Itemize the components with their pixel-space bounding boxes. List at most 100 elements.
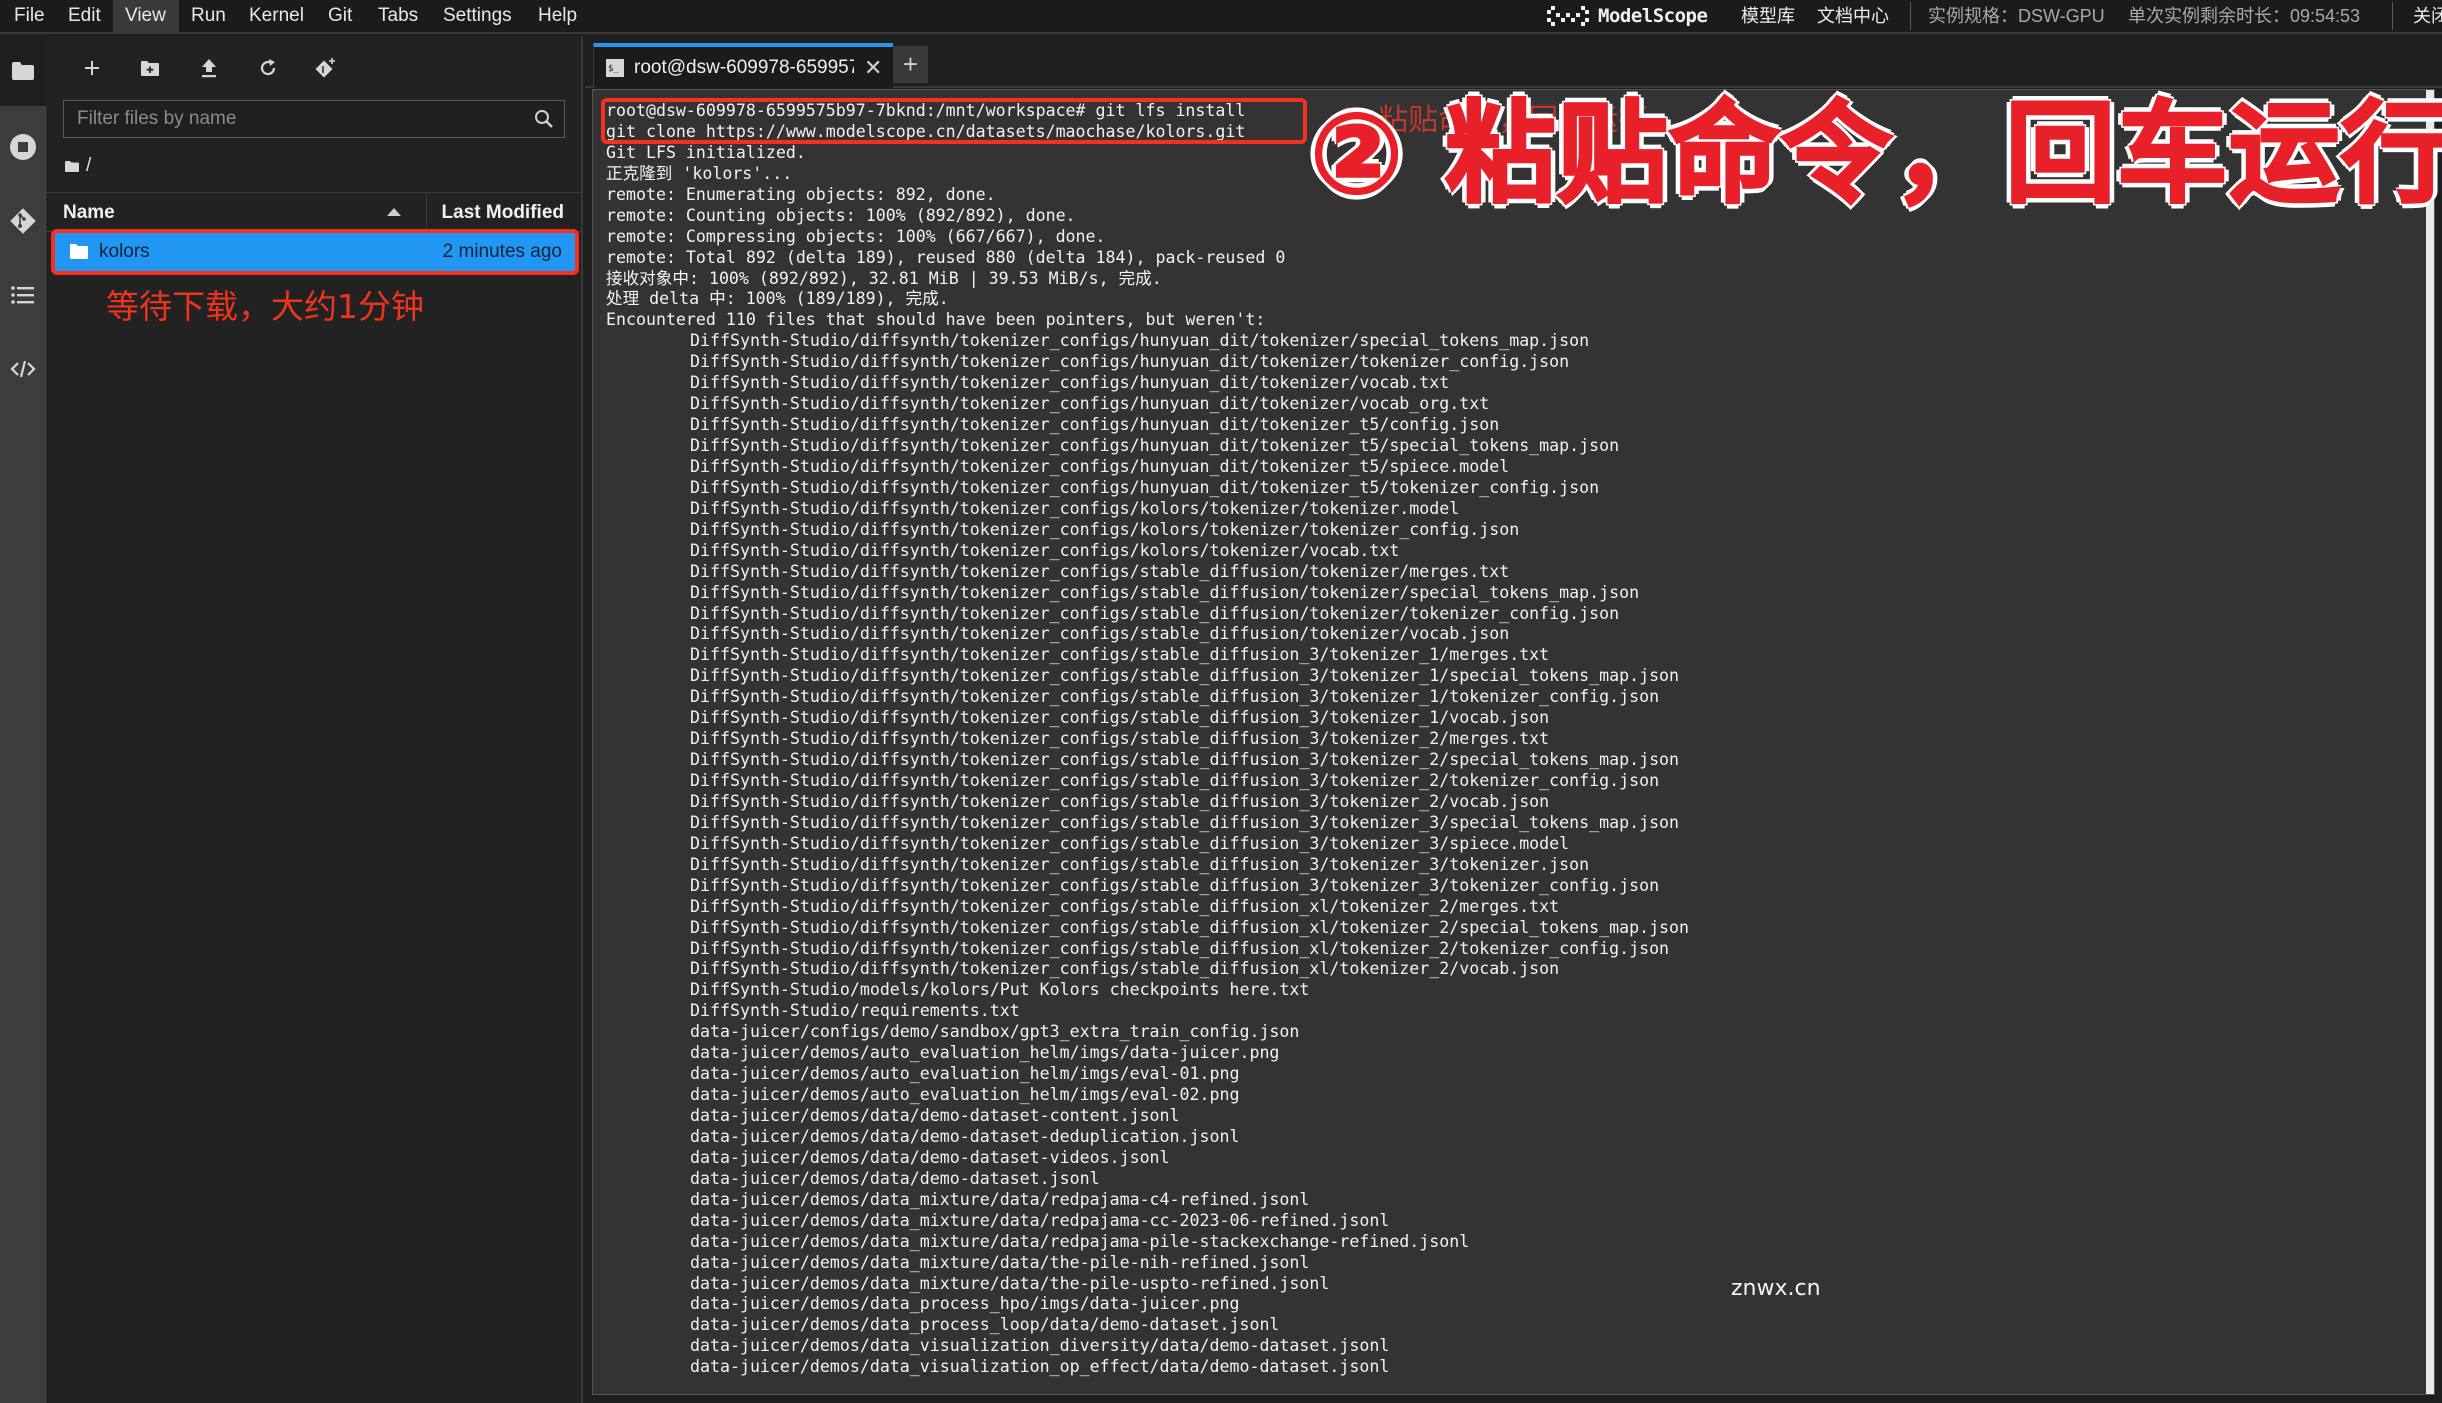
file-name: kolors — [99, 241, 150, 262]
activity-bar — [0, 36, 46, 1403]
terminal-icon: $_ — [606, 58, 624, 77]
folder-icon — [70, 244, 88, 259]
terminal-line: DiffSynth-Studio/diffsynth/tokenizer_con… — [690, 645, 1550, 665]
git-clone-icon — [315, 58, 335, 78]
git-clone-button[interactable] — [308, 50, 344, 86]
activity-file-browser[interactable] — [0, 36, 46, 106]
menu-view[interactable]: View — [113, 0, 179, 32]
tab-title: root@dsw-609978-6599575b97-7bknd:/mnt/wo… — [634, 56, 854, 78]
terminal-line: data-juicer/demos/data/demo-dataset-dedu… — [690, 1126, 1240, 1146]
refresh-button[interactable] — [250, 50, 286, 86]
terminal-line: remote: Total 892 (delta 189), reused 88… — [606, 247, 1286, 267]
terminal-line: data-juicer/demos/data_visualization_op_… — [690, 1357, 1390, 1377]
breadcrumb-root[interactable]: / — [86, 155, 91, 177]
terminal-line: DiffSynth-Studio/diffsynth/tokenizer_con… — [690, 352, 1570, 372]
column-divider[interactable] — [426, 193, 427, 233]
terminal-line: DiffSynth-Studio/diffsynth/tokenizer_con… — [690, 582, 1640, 602]
file-row-kolors[interactable]: kolors 2 minutes ago — [51, 229, 579, 275]
modelscope-logo-icon[interactable] — [1547, 5, 1589, 27]
terminal-scrollbar[interactable] — [2426, 90, 2434, 1394]
activity-running-sessions[interactable] — [0, 112, 46, 182]
terminal-line: DiffSynth-Studio/diffsynth/tokenizer_con… — [690, 498, 1460, 518]
close-instance-button[interactable]: 关闭 — [2413, 0, 2442, 32]
terminal-line: data-juicer/demos/data_mixture/data/redp… — [690, 1231, 1470, 1251]
divider — [1910, 2, 1911, 30]
file-list-header: Name Last Modified — [46, 192, 581, 233]
sort-ascending-icon[interactable] — [387, 208, 401, 216]
activity-extensions[interactable] — [0, 334, 46, 404]
terminal-line: DiffSynth-Studio/models/kolors/Put Kolor… — [690, 980, 1310, 1000]
terminal-line: DiffSynth-Studio/diffsynth/tokenizer_con… — [690, 415, 1500, 435]
watermark: znwx.cn — [1731, 1276, 1821, 1301]
file-modified: 2 minutes ago — [442, 241, 562, 262]
file-browser-panel: / Name Last Modified kolors 2 minutes ag… — [46, 36, 583, 1403]
terminal-line: data-juicer/demos/data_process_hpo/imgs/… — [690, 1294, 1240, 1314]
terminal-line: DiffSynth-Studio/diffsynth/tokenizer_con… — [690, 938, 1670, 958]
folder-icon — [12, 62, 34, 80]
terminal-line: DiffSynth-Studio/diffsynth/tokenizer_con… — [690, 875, 1660, 895]
svg-text:$_: $_ — [608, 64, 619, 74]
column-last-modified[interactable]: Last Modified — [442, 193, 564, 233]
terminal-line: DiffSynth-Studio/diffsynth/tokenizer_con… — [690, 373, 1450, 393]
column-name[interactable]: Name — [63, 193, 115, 233]
new-folder-button[interactable] — [132, 50, 168, 86]
terminal-line: DiffSynth-Studio/diffsynth/tokenizer_con… — [690, 666, 1680, 686]
terminal-line: DiffSynth-Studio/diffsynth/tokenizer_con… — [690, 729, 1550, 749]
menu-run[interactable]: Run — [179, 0, 238, 32]
terminal-line: DiffSynth-Studio/diffsynth/tokenizer_con… — [690, 540, 1400, 560]
activity-git[interactable] — [0, 186, 46, 256]
terminal-line: data-juicer/demos/auto_evaluation_helm/i… — [690, 1043, 1280, 1063]
new-folder-icon — [141, 60, 159, 76]
terminal-line: data-juicer/demos/data_visualization_div… — [690, 1336, 1390, 1356]
terminal-line: DiffSynth-Studio/diffsynth/tokenizer_con… — [690, 771, 1660, 790]
terminal-line: DiffSynth-Studio/diffsynth/tokenizer_con… — [690, 812, 1680, 832]
terminal-line: DiffSynth-Studio/diffsynth/tokenizer_con… — [690, 561, 1510, 581]
terminal-line: Encountered 110 files that should have b… — [606, 310, 1266, 330]
new-launcher-button[interactable] — [74, 50, 110, 86]
terminal-line: DiffSynth-Studio/diffsynth/tokenizer_con… — [690, 791, 1550, 811]
tab-terminal[interactable]: $_ root@dsw-609978-6599575b97-7bknd:/mnt… — [593, 43, 893, 88]
terminal-view[interactable]: root@dsw-609978-6599575b97-7bknd:/mnt/wo… — [592, 89, 2435, 1395]
list-icon — [11, 286, 34, 304]
search-icon[interactable] — [534, 109, 554, 129]
terminal-line: DiffSynth-Studio/diffsynth/tokenizer_con… — [690, 833, 1570, 853]
menu-bar: File Edit View Run Kernel Git Tabs Setti… — [0, 0, 2442, 34]
annotation-wait-note: 等待下载，大约1分钟 — [106, 287, 424, 326]
brand-name[interactable]: ModelScope — [1598, 0, 1708, 32]
terminal-line: DiffSynth-Studio/diffsynth/tokenizer_con… — [690, 436, 1620, 455]
terminal-line: data-juicer/demos/data_process_loop/data… — [690, 1315, 1280, 1335]
menu-kernel[interactable]: Kernel — [237, 0, 316, 32]
menu-help[interactable]: Help — [526, 0, 589, 32]
annotation-step-2: ② 粘贴命令，回车运行 — [1308, 89, 2442, 220]
upload-button[interactable] — [191, 50, 227, 86]
folder-icon[interactable] — [64, 160, 80, 173]
upload-icon — [202, 59, 216, 78]
menu-tabs[interactable]: Tabs — [366, 0, 430, 32]
menu-file[interactable]: File — [2, 0, 57, 32]
menu-settings[interactable]: Settings — [431, 0, 524, 32]
activity-table-of-contents[interactable] — [0, 260, 46, 330]
terminal-line: data-juicer/configs/demo/sandbox/gpt3_ex… — [690, 1022, 1300, 1042]
terminal-line: DiffSynth-Studio/diffsynth/tokenizer_con… — [690, 331, 1590, 351]
link-model-library[interactable]: 模型库 — [1741, 0, 1795, 32]
filter-files-input[interactable] — [64, 101, 514, 137]
terminal-line: DiffSynth-Studio/diffsynth/tokenizer_con… — [690, 917, 1690, 937]
menu-git[interactable]: Git — [316, 0, 364, 32]
terminal-line: DiffSynth-Studio/diffsynth/tokenizer_con… — [690, 519, 1520, 539]
terminal-line: DiffSynth-Studio/diffsynth/tokenizer_con… — [690, 603, 1620, 623]
refresh-icon — [260, 59, 276, 76]
close-icon[interactable]: ✕ — [864, 55, 882, 81]
annotation-command-highlight — [601, 98, 1307, 144]
link-docs-center[interactable]: 文档中心 — [1817, 0, 1889, 32]
add-tab-button[interactable]: + — [893, 46, 928, 83]
filter-files-field[interactable] — [63, 100, 565, 138]
terminal-line: data-juicer/demos/data_mixture/data/the-… — [690, 1273, 1330, 1293]
terminal-line: data-juicer/demos/auto_evaluation_helm/i… — [690, 1064, 1240, 1084]
terminal-line: 处理 delta 中: 100% (189/189), 完成. — [606, 289, 949, 309]
terminal-line: DiffSynth-Studio/diffsynth/tokenizer_con… — [690, 708, 1550, 728]
terminal-line: data-juicer/demos/data/demo-dataset.json… — [690, 1168, 1100, 1188]
breadcrumb: / — [64, 154, 91, 178]
terminal-output[interactable]: root@dsw-609978-6599575b97-7bknd:/mnt/wo… — [606, 101, 1689, 1378]
menu-edit[interactable]: Edit — [56, 0, 113, 32]
terminal-line: DiffSynth-Studio/requirements.txt — [690, 1001, 1020, 1021]
